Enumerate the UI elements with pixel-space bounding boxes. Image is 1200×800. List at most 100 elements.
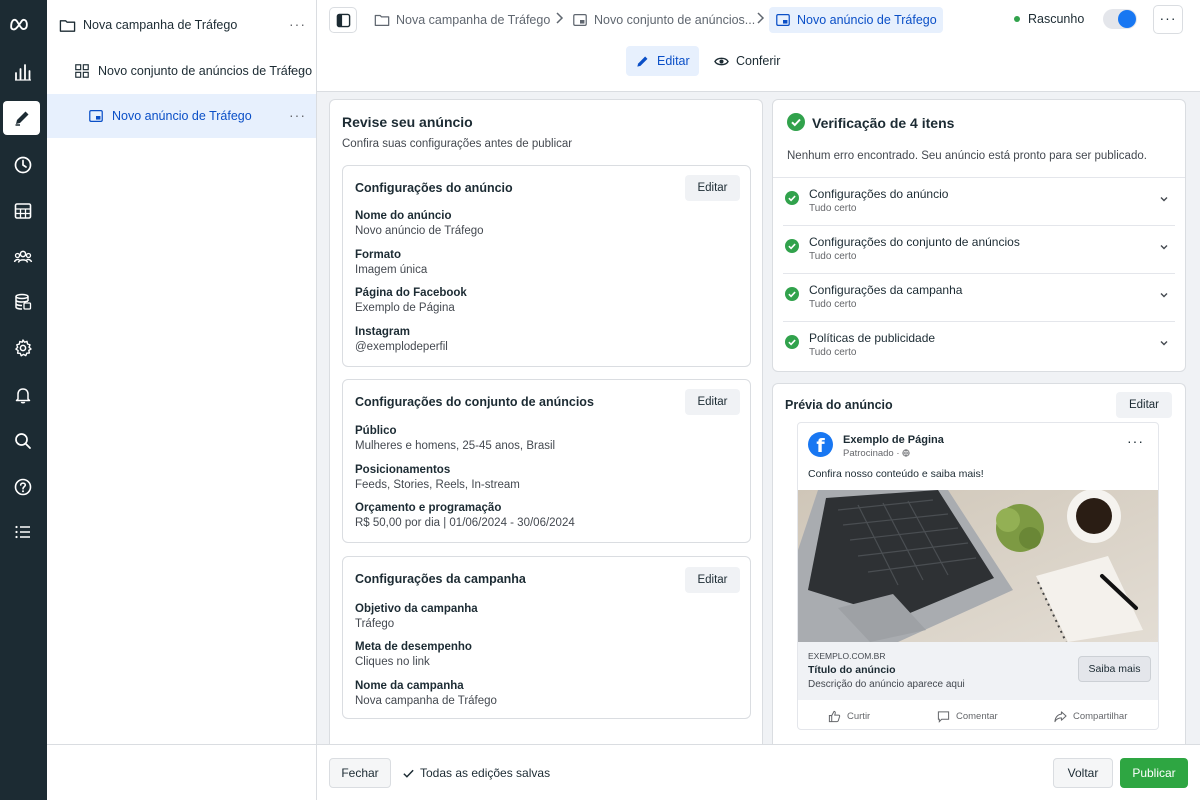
check-item-status: Tudo certo (809, 203, 857, 214)
left-nav-rail (0, 0, 47, 800)
check-circle-icon (785, 191, 799, 205)
check-circle-icon (787, 113, 805, 131)
globe-icon (902, 449, 910, 457)
more-options-icon[interactable]: ··· (289, 63, 306, 77)
laptop-desk-photo (798, 490, 1158, 642)
breadcrumb-label: Nova campanha de Tráfego (396, 13, 551, 27)
check-item[interactable]: Configurações da campanha Tudo certo (783, 274, 1175, 322)
ad-image-icon (87, 107, 105, 125)
section-title: Configurações da campanha (355, 572, 526, 586)
field-value: Tráfego (355, 618, 395, 630)
chevron-right-icon (556, 12, 564, 24)
field-label: Meta de desempenho (355, 641, 472, 653)
tab-label: Editar (657, 54, 690, 68)
tab-label: Conferir (736, 54, 781, 68)
field-label: Instagram (355, 326, 410, 338)
link-bar[interactable]: EXEMPLO.COM.BR Título do anúncio Descriç… (798, 642, 1158, 700)
check-item-title: Configurações do anúncio (809, 187, 949, 201)
list-icon[interactable] (11, 520, 35, 544)
chevron-right-icon (757, 12, 765, 24)
help-icon[interactable] (11, 475, 35, 499)
verification-message: Nenhum erro encontrado. Seu anúncio está… (787, 150, 1147, 162)
comment-label: Comentar (956, 711, 998, 722)
tree-item-adset[interactable]: Novo conjunto de anúncios de Tráfego ··· (47, 49, 316, 93)
save-status: Todas as edições salvas (402, 766, 550, 780)
breadcrumb-label: Novo anúncio de Tráfego (797, 13, 937, 27)
breadcrumb-ad[interactable]: Novo anúncio de Tráfego (769, 7, 943, 33)
more-options-button[interactable]: ··· (1153, 5, 1183, 34)
meta-logo[interactable] (9, 14, 37, 38)
check-item-status: Tudo certo (809, 299, 857, 310)
ad-preview-panel: Prévia do anúncio Editar f Exemplo de Pá… (772, 383, 1186, 745)
share-label: Compartilhar (1073, 711, 1128, 722)
section-title: Configurações do anúncio (355, 181, 513, 195)
breadcrumb-campaign[interactable]: Nova campanha de Tráfego (374, 7, 550, 33)
save-status-label: Todas as edições salvas (420, 766, 551, 780)
comment-button[interactable]: Comentar (937, 710, 998, 723)
edit-campaign-settings-button[interactable]: Editar (685, 567, 740, 593)
people-icon[interactable] (11, 245, 35, 269)
edit-ad-settings-button[interactable]: Editar (685, 175, 740, 201)
close-button[interactable]: Fechar (329, 758, 391, 788)
comment-icon (937, 711, 950, 723)
check-item[interactable]: Configurações do conjunto de anúncios Tu… (783, 226, 1175, 274)
review-title: Revise seu anúncio (342, 114, 473, 130)
edit-preview-button[interactable]: Editar (1116, 392, 1172, 418)
check-item-status: Tudo certo (809, 251, 857, 262)
sponsored-text: Patrocinado · (843, 448, 903, 459)
search-icon[interactable] (11, 429, 35, 453)
table-icon[interactable] (11, 199, 35, 223)
clock-icon[interactable] (11, 153, 35, 177)
publish-button[interactable]: Publicar (1120, 758, 1188, 788)
tree-item-label: Nova campanha de Tráfego (83, 18, 238, 32)
tab-edit[interactable]: Editar (626, 46, 699, 76)
checkmark-icon (403, 769, 414, 778)
field-value: Imagem única (355, 264, 428, 276)
field-value: Exemplo de Página (355, 302, 455, 314)
thumbs-up-icon (828, 710, 841, 723)
check-item-status: Tudo certo (809, 347, 857, 358)
field-value: Cliques no link (355, 656, 430, 668)
toggle-panel-button[interactable] (329, 7, 357, 33)
field-label: Orçamento e programação (355, 502, 502, 514)
pencil-icon[interactable] (3, 101, 40, 135)
tab-review[interactable]: Conferir (705, 46, 789, 76)
breadcrumb-adset[interactable]: Novo conjunto de anúncios... (572, 7, 755, 33)
more-options-icon[interactable]: ··· (289, 17, 306, 31)
tree-item-campaign[interactable]: Nova campanha de Tráfego ··· (47, 3, 316, 47)
field-value: Mulheres e homens, 25-45 anos, Brasil (355, 440, 556, 452)
post-more-icon[interactable]: ··· (1127, 433, 1144, 449)
toggle-knob (1118, 10, 1136, 28)
like-button[interactable]: Curtir (828, 710, 870, 723)
back-button[interactable]: Voltar (1053, 758, 1113, 788)
check-item-title: Configurações do conjunto de anúncios (809, 235, 1020, 249)
check-item[interactable]: Configurações do anúncio Tudo certo (783, 178, 1175, 226)
chevron-down-icon (1160, 293, 1168, 298)
learn-more-button[interactable]: Saiba mais (1078, 656, 1151, 682)
chevron-down-icon (1160, 245, 1168, 250)
tree-item-ad[interactable]: Novo anúncio de Tráfego ··· (47, 94, 316, 138)
bell-icon[interactable] (11, 383, 35, 407)
link-headline: Título do anúncio (808, 664, 896, 676)
more-options-icon[interactable]: ··· (289, 108, 306, 122)
chevron-down-icon (1160, 341, 1168, 346)
sponsored-label: Patrocinado · (843, 448, 910, 459)
link-domain: EXEMPLO.COM.BR (808, 651, 886, 661)
facebook-post-preview: f Exemplo de Página Patrocinado · ··· Co… (797, 422, 1159, 730)
status-badge: Rascunho (1014, 12, 1084, 26)
bar-chart-icon[interactable] (11, 60, 35, 84)
check-circle-icon (785, 335, 799, 349)
review-panel: Revise seu anúncio Confira suas configur… (329, 99, 763, 749)
edit-adset-settings-button[interactable]: Editar (685, 389, 740, 415)
check-item[interactable]: Políticas de publicidade Tudo certo (783, 322, 1175, 370)
gear-icon[interactable] (11, 336, 35, 360)
divider (47, 744, 316, 745)
database-icon[interactable] (11, 290, 35, 314)
status-label: Rascunho (1028, 12, 1085, 26)
share-button[interactable]: Compartilhar (1054, 710, 1127, 723)
post-actions: Curtir Comentar Compartilhar (798, 705, 1158, 729)
footer-bar: Fechar Todas as edições salvas Voltar Pu… (317, 744, 1200, 800)
field-label: Página do Facebook (355, 287, 467, 299)
breadcrumb-label: Novo conjunto de anúncios... (594, 13, 756, 27)
draft-toggle-switch[interactable] (1103, 9, 1137, 29)
